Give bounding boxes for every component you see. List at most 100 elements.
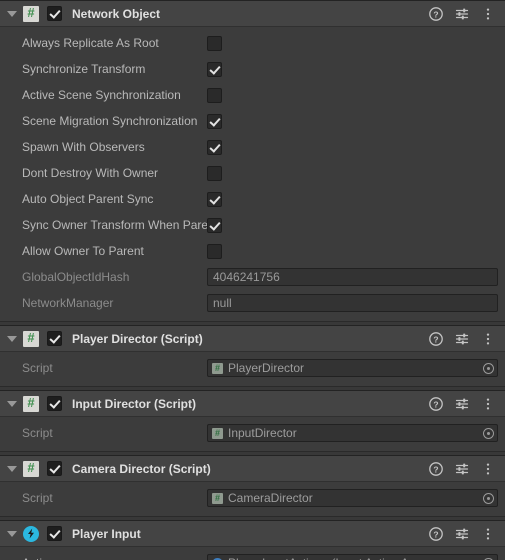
inspector-panel: Network Object? Always Replicate As Root S…: [0, 0, 505, 560]
component-enable-checkbox[interactable]: [47, 6, 62, 21]
foldout-arrow-icon[interactable]: [4, 1, 20, 27]
foldout-arrow-icon[interactable]: [4, 326, 20, 352]
property-row: NetworkManager null: [0, 290, 505, 316]
cs-script-icon: [212, 427, 223, 439]
property-row: Active Scene Synchronization: [0, 82, 505, 108]
object-field-value: PlayerInputActions (Input Action A: [228, 556, 480, 560]
property-checkbox[interactable]: [207, 62, 222, 77]
foldout-arrow-icon[interactable]: [4, 521, 20, 547]
property-checkbox[interactable]: [207, 244, 222, 259]
preset-settings-icon[interactable]: [455, 462, 469, 476]
component-header-icons: ?: [429, 396, 499, 411]
foldout-arrow-icon[interactable]: [4, 391, 20, 417]
object-field-value: CameraDirector: [228, 491, 313, 505]
component-enable-checkbox[interactable]: [47, 526, 62, 541]
property-label: Sync Owner Transform When Parented: [22, 218, 207, 232]
component-header-input-director[interactable]: Input Director (Script)?: [0, 391, 505, 417]
component-title: Player Input: [72, 526, 141, 541]
component-input-director: Input Director (Script)? Script InputDirec…: [0, 390, 505, 452]
object-picker-icon[interactable]: [480, 555, 496, 560]
property-label: Scene Migration Synchronization: [22, 114, 198, 128]
cs-script-icon: [23, 460, 39, 477]
help-icon[interactable]: ?: [429, 526, 443, 541]
property-label: Allow Owner To Parent: [22, 244, 144, 258]
property-label: Always Replicate As Root: [22, 36, 159, 50]
foldout-arrow-icon[interactable]: [4, 456, 20, 482]
property-row: Always Replicate As Root: [0, 30, 505, 56]
property-checkbox[interactable]: [207, 192, 222, 207]
component-player-director: Player Director (Script)? Script PlayerDir…: [0, 325, 505, 387]
component-header-camera-director[interactable]: Camera Director (Script)?: [0, 456, 505, 482]
object-picker-icon[interactable]: [480, 360, 496, 376]
component-title: Player Director (Script): [72, 331, 203, 346]
property-text-field[interactable]: 4046241756: [207, 268, 498, 286]
component-enable-checkbox[interactable]: [47, 396, 62, 411]
component-properties: Always Replicate As Root Synchronize Tran…: [0, 27, 505, 321]
property-object-field[interactable]: PlayerInputActions (Input Action A: [207, 554, 498, 560]
component-title: Network Object: [72, 6, 161, 21]
more-menu-icon[interactable]: [481, 527, 495, 541]
property-label: Dont Destroy With Owner: [22, 166, 159, 180]
property-row: GlobalObjectIdHash 4046241756: [0, 264, 505, 290]
help-icon[interactable]: ?: [429, 396, 443, 411]
property-label: Script: [22, 361, 53, 375]
preset-settings-icon[interactable]: [455, 397, 469, 411]
svg-text:?: ?: [433, 399, 438, 409]
component-header-icons: ?: [429, 461, 499, 476]
component-properties: Actions PlayerInputActions (Input Action …: [0, 547, 505, 560]
property-row: Script InputDirector: [0, 420, 505, 446]
help-icon[interactable]: ?: [429, 461, 443, 476]
component-title: Input Director (Script): [72, 396, 197, 411]
property-checkbox[interactable]: [207, 140, 222, 155]
player-input-bolt-icon: [23, 525, 39, 542]
component-enable-checkbox[interactable]: [47, 331, 62, 346]
component-header-player-input[interactable]: Player Input?: [0, 521, 505, 547]
component-header-network-object[interactable]: Network Object?: [0, 1, 505, 27]
property-row: Script PlayerDirector: [0, 355, 505, 381]
object-picker-icon[interactable]: [480, 490, 496, 506]
property-row: Allow Owner To Parent: [0, 238, 505, 264]
component-header-player-director[interactable]: Player Director (Script)?: [0, 326, 505, 352]
more-menu-icon[interactable]: [481, 462, 495, 476]
component-network-object: Network Object? Always Replicate As Root S…: [0, 0, 505, 322]
object-picker-icon[interactable]: [480, 425, 496, 441]
preset-settings-icon[interactable]: [455, 7, 469, 21]
property-row: Script CameraDirector: [0, 485, 505, 511]
preset-settings-icon[interactable]: [455, 332, 469, 346]
preset-settings-icon[interactable]: [455, 527, 469, 541]
property-row: Auto Object Parent Sync: [0, 186, 505, 212]
property-label: Auto Object Parent Sync: [22, 192, 154, 206]
property-row: Scene Migration Synchronization: [0, 108, 505, 134]
property-row: Actions PlayerInputActions (Input Action …: [0, 550, 505, 560]
cs-script-icon: [23, 330, 39, 347]
component-player-input: Player Input? Actions PlayerInputActions (…: [0, 520, 505, 560]
cs-script-icon: [23, 395, 39, 412]
property-checkbox[interactable]: [207, 36, 222, 51]
more-menu-icon[interactable]: [481, 397, 495, 411]
property-row: Spawn With Observers: [0, 134, 505, 160]
more-menu-icon[interactable]: [481, 332, 495, 346]
property-object-field[interactable]: InputDirector: [207, 424, 498, 442]
property-object-field[interactable]: PlayerDirector: [207, 359, 498, 377]
property-checkbox[interactable]: [207, 114, 222, 129]
property-label: Active Scene Synchronization: [22, 88, 181, 102]
more-menu-icon[interactable]: [481, 7, 495, 21]
property-row: Synchronize Transform: [0, 56, 505, 82]
component-properties: Script PlayerDirector: [0, 352, 505, 386]
property-row: Sync Owner Transform When Parented: [0, 212, 505, 238]
help-icon[interactable]: ?: [429, 6, 443, 21]
property-checkbox[interactable]: [207, 166, 222, 181]
help-icon[interactable]: ?: [429, 331, 443, 346]
component-enable-checkbox[interactable]: [47, 461, 62, 476]
cs-script-icon: [212, 492, 223, 504]
component-properties: Script InputDirector: [0, 417, 505, 451]
svg-text:?: ?: [433, 9, 438, 19]
lightning-bolt-glyph: [28, 528, 34, 539]
svg-text:?: ?: [433, 529, 438, 539]
property-checkbox[interactable]: [207, 218, 222, 233]
property-text-field[interactable]: null: [207, 294, 498, 312]
property-label: Actions: [22, 550, 207, 560]
property-object-field[interactable]: CameraDirector: [207, 489, 498, 507]
component-header-icons: ?: [429, 331, 499, 346]
property-checkbox[interactable]: [207, 88, 222, 103]
